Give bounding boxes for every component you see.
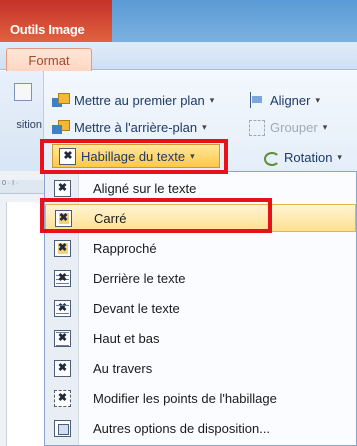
bring-to-front-label: Mettre au premier plan: [74, 92, 205, 108]
position-icon[interactable]: [14, 83, 32, 101]
menu-item-behind[interactable]: ✖ Derrière le texte: [45, 264, 356, 292]
menu-item-label: Rapproché: [93, 240, 157, 256]
menu-item-label: Modifier les points de l'habillage: [93, 390, 277, 406]
document-page[interactable]: [6, 202, 44, 446]
text-wrapping-menu: ✖ Aligné sur le texte ✖ Carré ✖ Rapproch…: [44, 171, 357, 446]
chevron-down-icon: ▾: [315, 94, 320, 105]
menu-item-label: Devant le texte: [93, 300, 180, 316]
chevron-down-icon: ▾: [337, 151, 342, 162]
ribbon-left-group: sition: [0, 71, 44, 171]
rotate-icon: [262, 149, 280, 166]
wrap-square-icon: ✖: [54, 209, 72, 227]
wrap-inline-icon: ✖: [53, 179, 71, 197]
position-group-label: sition: [16, 119, 42, 131]
wrap-behind-icon: ✖: [53, 269, 71, 287]
rotate-label: Rotation: [284, 149, 333, 165]
menu-item-label: Derrière le texte: [93, 270, 186, 286]
menu-item-through[interactable]: ✖ Au travers: [45, 354, 356, 382]
menu-item-top-bottom[interactable]: ✖ Haut et bas: [45, 324, 356, 352]
menu-item-label: Carré: [94, 210, 127, 226]
wrap-through-icon: ✖: [53, 359, 71, 377]
group-button[interactable]: Grouper ▾: [248, 117, 327, 137]
text-wrapping-label: Habillage du texte: [81, 148, 186, 164]
chevron-down-icon: ▾: [202, 121, 207, 132]
chevron-down-icon: ▾: [209, 94, 215, 105]
context-tab-title: Outils Image: [0, 0, 112, 42]
align-icon: [248, 92, 266, 108]
more-layout-options-icon: [53, 419, 71, 437]
menu-item-label: Autres options de disposition...: [93, 420, 271, 436]
align-button[interactable]: Aligner ▾: [248, 90, 320, 110]
bring-to-front-icon: [52, 92, 70, 108]
rotate-button[interactable]: Rotation ▾: [262, 147, 342, 167]
menu-item-tight[interactable]: ✖ Rapproché: [45, 234, 356, 262]
edit-wrap-points-icon: ✖: [53, 389, 71, 407]
tab-format[interactable]: Format: [6, 48, 92, 72]
wrap-front-icon: ✖: [53, 299, 71, 317]
menu-item-inline[interactable]: ✖ Aligné sur le texte: [45, 174, 356, 202]
chevron-down-icon: ▾: [322, 121, 328, 132]
menu-item-more-layout-options[interactable]: Autres options de disposition...: [45, 414, 356, 442]
menu-item-label: Aligné sur le texte: [93, 180, 197, 196]
align-label: Aligner: [270, 92, 311, 108]
menu-item-label: Au travers: [93, 360, 153, 376]
horizontal-ruler: 0 · I ·: [0, 180, 44, 194]
send-to-back-button[interactable]: Mettre à l'arrière-plan ▾: [52, 117, 207, 137]
menu-item-label: Haut et bas: [93, 330, 160, 346]
menu-item-square[interactable]: ✖ Carré: [45, 204, 356, 232]
text-wrapping-button[interactable]: ✖ Habillage du texte ▾: [52, 144, 220, 168]
group-icon: [248, 119, 266, 136]
send-to-back-label: Mettre à l'arrière-plan: [74, 119, 198, 135]
send-to-back-icon: [52, 119, 70, 135]
wrap-top-bottom-icon: ✖: [53, 329, 71, 347]
menu-item-front[interactable]: ✖ Devant le texte: [45, 294, 356, 322]
chevron-down-icon: ▾: [190, 150, 195, 161]
bring-to-front-button[interactable]: Mettre au premier plan ▾: [52, 90, 214, 110]
text-wrapping-icon: ✖: [59, 148, 77, 165]
wrap-tight-icon: ✖: [53, 239, 71, 257]
menu-item-edit-wrap-points[interactable]: ✖ Modifier les points de l'habillage: [45, 384, 356, 412]
group-label: Grouper: [270, 119, 318, 135]
